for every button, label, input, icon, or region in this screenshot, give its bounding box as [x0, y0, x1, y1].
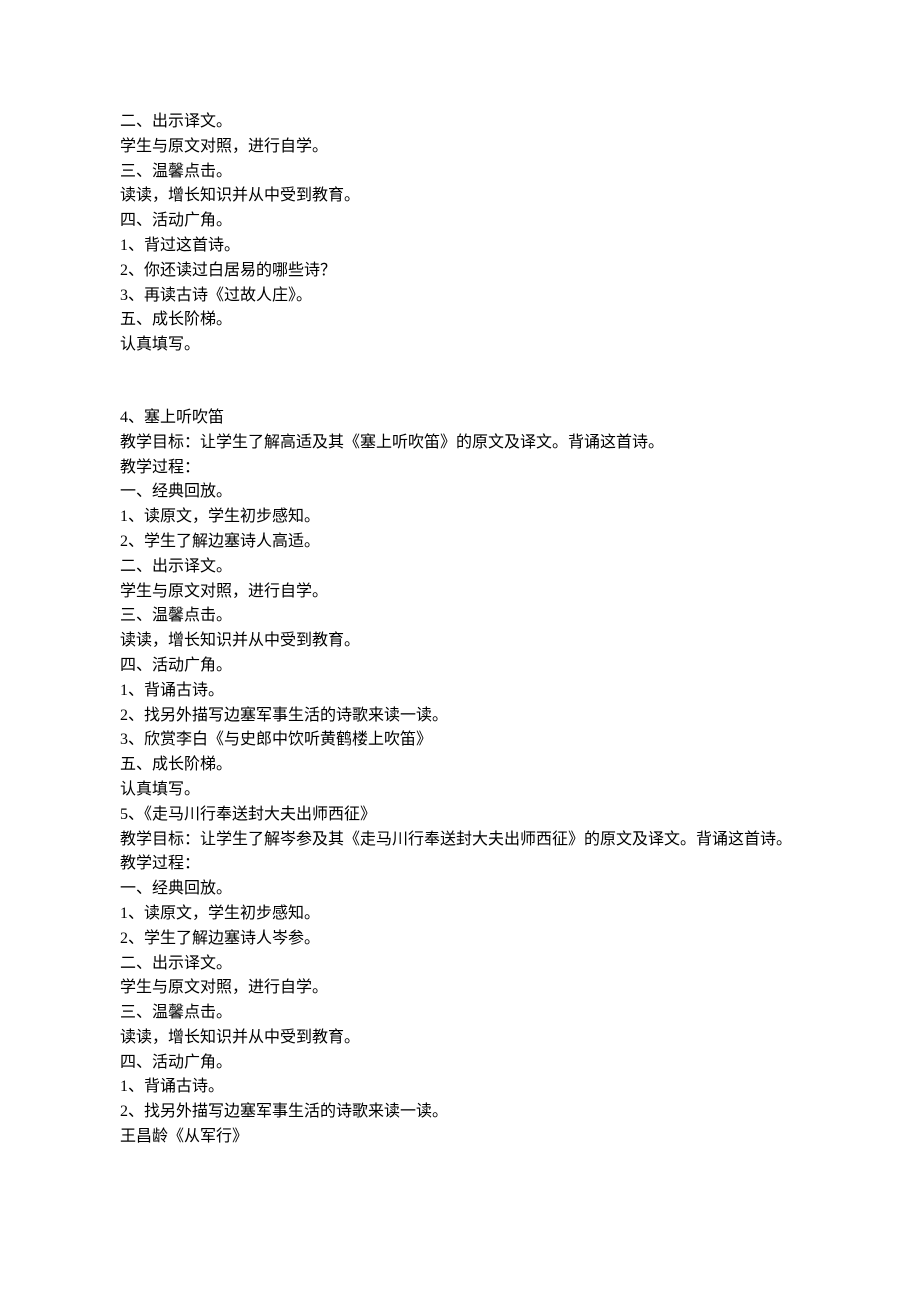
- top-block: 二、出示译文。 学生与原文对照，进行自学。 三、温馨点击。 读读，增长知识并从中…: [120, 110, 800, 358]
- process-label: 教学过程：: [120, 456, 800, 481]
- text-line: 三、温馨点击。: [120, 604, 800, 629]
- text-line: 认真填写。: [120, 333, 800, 358]
- text-line: 2、你还读过白居易的哪些诗？: [120, 259, 800, 284]
- text-line: 二、出示译文。: [120, 952, 800, 977]
- text-line: 2、找另外描写边塞军事生活的诗歌来读一读。: [120, 704, 800, 729]
- section-gap: [120, 358, 800, 406]
- text-line: 四、活动广角。: [120, 1051, 800, 1076]
- text-line: 学生与原文对照，进行自学。: [120, 135, 800, 160]
- text-line: 三、温馨点击。: [120, 160, 800, 185]
- text-line: 三、温馨点击。: [120, 1001, 800, 1026]
- text-line: 读读，增长知识并从中受到教育。: [120, 1026, 800, 1051]
- lesson-objective: 教学目标：让学生了解高适及其《塞上听吹笛》的原文及译文。背诵这首诗。: [120, 431, 800, 456]
- text-line: 学生与原文对照，进行自学。: [120, 580, 800, 605]
- text-line: 1、背诵古诗。: [120, 679, 800, 704]
- text-line: 王昌龄《从军行》: [120, 1125, 800, 1150]
- text-line: 1、读原文，学生初步感知。: [120, 902, 800, 927]
- lesson-4-block: 4、塞上听吹笛 教学目标：让学生了解高适及其《塞上听吹笛》的原文及译文。背诵这首…: [120, 406, 800, 803]
- text-line: 1、背过这首诗。: [120, 234, 800, 259]
- lesson-objective: 教学目标：让学生了解岑参及其《走马川行奉送封大夫出师西征》的原文及译文。背诵这首…: [120, 828, 800, 853]
- text-line: 读读，增长知识并从中受到教育。: [120, 184, 800, 209]
- text-line: 一、经典回放。: [120, 480, 800, 505]
- text-line: 3、欣赏李白《与史郎中饮听黄鹤楼上吹笛》: [120, 728, 800, 753]
- text-line: 2、找另外描写边塞军事生活的诗歌来读一读。: [120, 1100, 800, 1125]
- text-line: 一、经典回放。: [120, 877, 800, 902]
- text-line: 四、活动广角。: [120, 209, 800, 234]
- lesson-title: 5、《走马川行奉送封大夫出师西征》: [120, 803, 800, 828]
- text-line: 五、成长阶梯。: [120, 308, 800, 333]
- text-line: 五、成长阶梯。: [120, 753, 800, 778]
- lesson-title: 4、塞上听吹笛: [120, 406, 800, 431]
- text-line: 2、学生了解边塞诗人岑参。: [120, 927, 800, 952]
- lesson-5-block: 5、《走马川行奉送封大夫出师西征》 教学目标：让学生了解岑参及其《走马川行奉送封…: [120, 803, 800, 1150]
- text-line: 认真填写。: [120, 778, 800, 803]
- text-line: 2、学生了解边塞诗人高适。: [120, 530, 800, 555]
- text-line: 二、出示译文。: [120, 555, 800, 580]
- text-line: 学生与原文对照，进行自学。: [120, 976, 800, 1001]
- text-line: 1、背诵古诗。: [120, 1075, 800, 1100]
- process-label: 教学过程：: [120, 852, 800, 877]
- text-line: 读读，增长知识并从中受到教育。: [120, 629, 800, 654]
- text-line: 二、出示译文。: [120, 110, 800, 135]
- text-line: 四、活动广角。: [120, 654, 800, 679]
- text-line: 3、再读古诗《过故人庄》。: [120, 284, 800, 309]
- text-line: 1、读原文，学生初步感知。: [120, 505, 800, 530]
